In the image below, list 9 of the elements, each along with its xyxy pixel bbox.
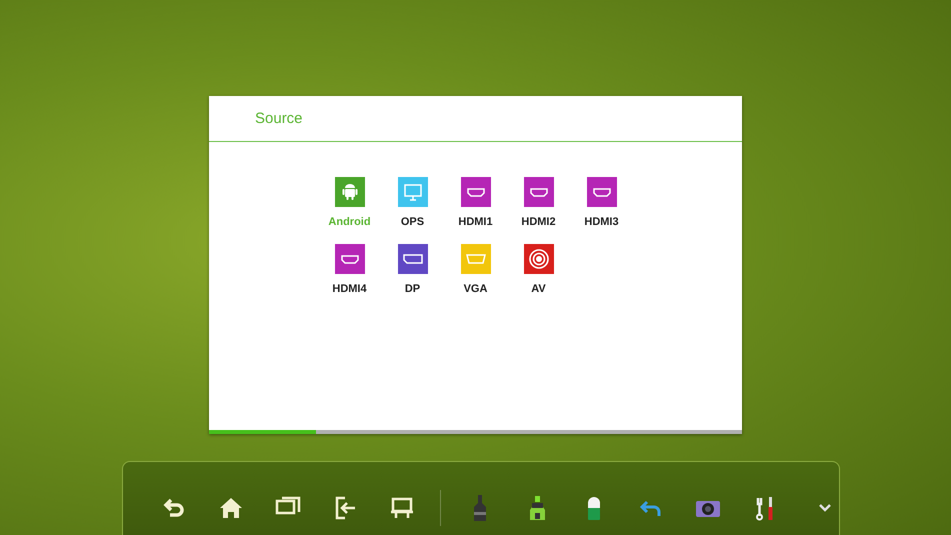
source-option[interactable]: HDMI3 — [570, 177, 633, 228]
source-option[interactable]: HDMI4 — [318, 244, 381, 295]
dialog-title: Source — [255, 110, 303, 127]
source-option[interactable]: HDMI1 — [444, 177, 507, 228]
source-option[interactable]: OPS — [381, 177, 444, 228]
source-option[interactable]: DP — [381, 244, 444, 295]
source-option[interactable]: HDMI2 — [507, 177, 570, 228]
source-option[interactable]: VGA — [444, 244, 507, 295]
source-option[interactable]: AV — [507, 244, 570, 295]
